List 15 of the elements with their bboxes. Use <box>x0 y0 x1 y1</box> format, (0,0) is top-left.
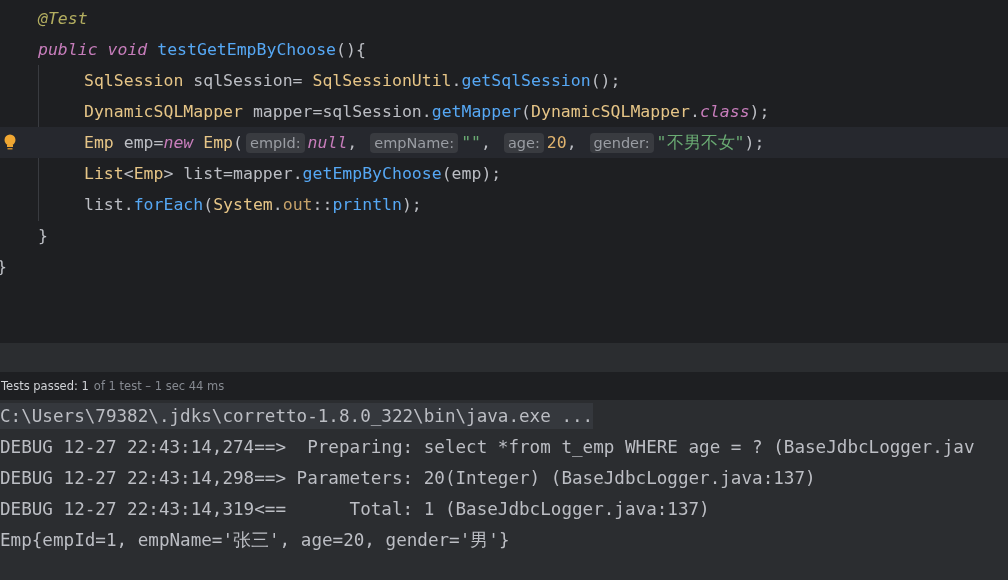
test-status-label: Tests passed: 1 <box>1 379 89 393</box>
code-line: List<Emp> list=mapper.getEmpByChoose(emp); <box>84 164 502 183</box>
console-line: DEBUG 12-27 22:43:14,274==> Preparing: select *from t_emp WHERE age = ? (BaseJdbcLogger.jav <box>0 435 975 459</box>
code-line: public void testGetEmpByChoose(){ <box>38 40 366 59</box>
code-line: Emp emp=new Emp( empId: null, empName: "", age: 20, gender: "不男不女"); <box>84 131 765 154</box>
console-line: DEBUG 12-27 22:43:14,319<== Total: 1 (BaseJdbcLogger.java:137) <box>0 497 710 521</box>
lightbulb-icon[interactable] <box>4 134 16 151</box>
code-line: } <box>38 226 48 245</box>
code-line: DynamicSQLMapper mapper=sqlSession.getMapper(DynamicSQLMapper.class); <box>84 102 770 121</box>
code-line: list.forEach(System.out::println); <box>84 195 422 214</box>
console-line: DEBUG 12-27 22:43:14,298==> Parameters: 20(Integer) (BaseJdbcLogger.java:137) <box>0 466 816 490</box>
test-status-detail: of 1 test – 1 sec 44 ms <box>93 379 225 393</box>
code-line: @Test <box>38 9 88 28</box>
code-line: SqlSession sqlSession= SqlSessionUtil.getSqlSession(); <box>84 71 621 90</box>
console-line: Emp{empId=1, empName='张三', age=20, gender='男'} <box>0 528 510 552</box>
